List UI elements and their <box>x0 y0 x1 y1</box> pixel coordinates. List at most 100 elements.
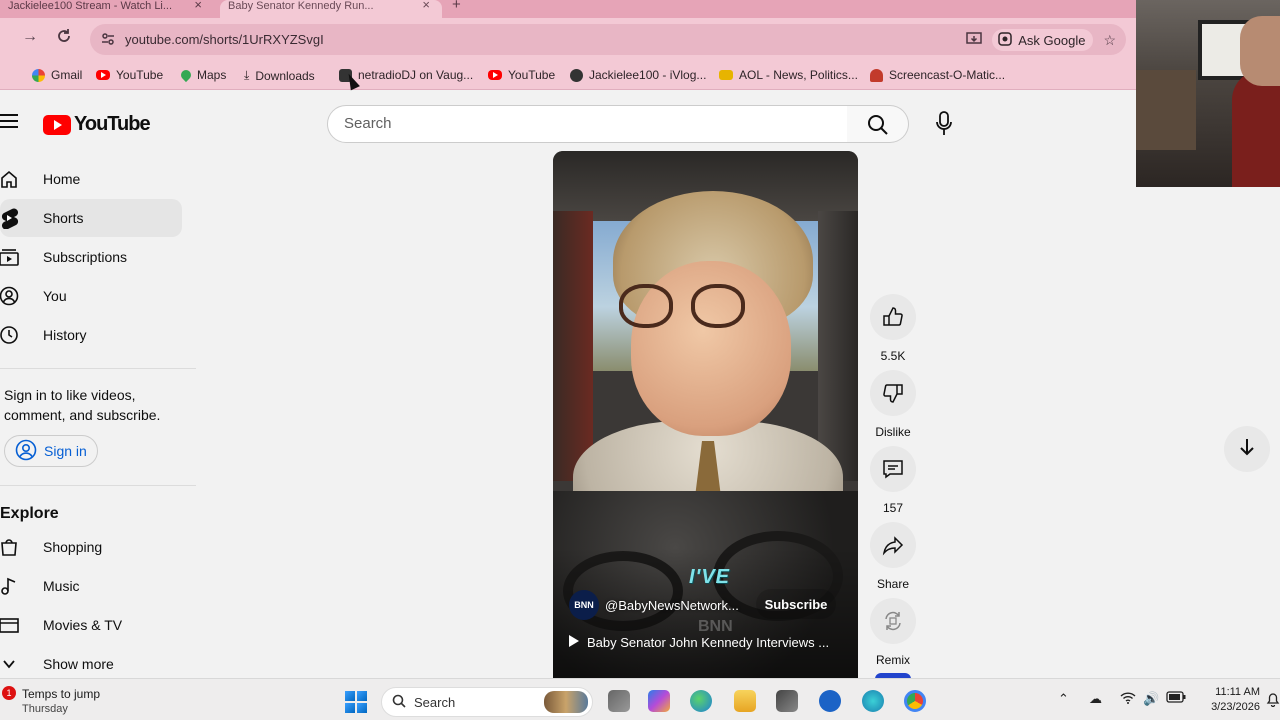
channel-avatar[interactable]: BNN <box>569 590 599 620</box>
bookmark-aol[interactable]: AOL - News, Politics... <box>719 68 858 82</box>
account-icon <box>15 439 37 464</box>
new-tab-button[interactable]: + <box>452 0 461 13</box>
bookmark-youtube-2[interactable]: YouTube <box>488 68 555 82</box>
url-text[interactable]: youtube.com/shorts/1UrRXYZSvgI <box>125 32 324 47</box>
sign-in-button[interactable]: Sign in <box>4 435 98 467</box>
bookmark-netradiodj[interactable]: netradioDJ on Vaug... <box>339 68 473 82</box>
app-icon[interactable] <box>862 690 884 712</box>
wifi-icon[interactable] <box>1120 691 1136 708</box>
nav-divider <box>0 368 196 369</box>
notification-bell-icon[interactable] <box>1266 691 1280 710</box>
taskbar-search[interactable]: Search <box>381 687 593 717</box>
chrome-icon[interactable] <box>904 690 926 712</box>
weather-text[interactable]: Temps to jump Thursday <box>22 687 100 717</box>
gmail-icon <box>32 68 45 82</box>
browser-tab-strip: Jackielee100 Stream - Watch Li... × Baby… <box>0 0 1136 18</box>
dislike-action[interactable]: Dislike <box>870 370 916 439</box>
edge-icon[interactable] <box>690 690 712 712</box>
explore-heading: Explore <box>0 505 59 522</box>
bookmark-gmail[interactable]: Gmail <box>32 68 82 82</box>
clock-time: 11:11 AM <box>1215 686 1260 698</box>
battery-icon[interactable] <box>1166 691 1186 706</box>
search-button[interactable] <box>847 105 909 143</box>
onedrive-icon[interactable]: ☁ <box>1089 691 1102 707</box>
volume-icon[interactable]: 🔊 <box>1143 691 1159 707</box>
ask-google-label: Ask Google <box>1018 32 1086 48</box>
copilot-icon[interactable] <box>648 690 670 712</box>
comment-action[interactable]: 157 <box>870 446 916 515</box>
shorts-icon <box>0 207 20 229</box>
nav-item-history[interactable]: History <box>0 316 182 354</box>
like-action[interactable]: 5.5K <box>870 294 916 363</box>
browser-tab[interactable]: Jackielee100 Stream - Watch Li... × <box>0 0 214 18</box>
store-icon[interactable] <box>776 690 798 712</box>
movies-icon <box>0 614 20 636</box>
nav-item-you[interactable]: You <box>0 277 182 315</box>
system-clock[interactable]: 11:11 AM 3/23/2026 <box>1198 685 1260 715</box>
microphone-icon <box>936 111 952 135</box>
nav-item-shorts[interactable]: Shorts <box>0 199 182 237</box>
nav-item-movies-tv[interactable]: Movies & TV <box>0 606 182 644</box>
clock-date: 3/23/2026 <box>1211 701 1260 713</box>
maps-icon <box>178 67 194 83</box>
youtube-logo[interactable]: YouTube <box>43 113 151 136</box>
search-input[interactable] <box>344 115 824 132</box>
video-caption: I'VE <box>689 566 730 588</box>
nav-item-home[interactable]: Home <box>0 160 182 198</box>
comment-icon[interactable] <box>870 446 916 492</box>
nav-item-subscriptions[interactable]: Subscriptions <box>0 238 182 276</box>
bookmark-downloads[interactable]: ⤓ Downloads <box>244 68 315 83</box>
browser-toolbar: → youtube.com/shorts/1UrRXYZSvgI Ask Goo… <box>0 18 1136 62</box>
video-title-text: Baby Senator John Kennedy Interviews ... <box>587 635 830 650</box>
bookmark-maps[interactable]: Maps <box>178 67 226 83</box>
shopping-icon <box>0 536 20 558</box>
install-app-icon[interactable] <box>966 31 982 49</box>
channel-name[interactable]: @BabyNewsNetwork... <box>605 598 739 613</box>
history-icon <box>0 324 20 346</box>
chevron-up-icon[interactable]: ⌃ <box>1058 691 1069 707</box>
menu-icon[interactable] <box>0 114 18 128</box>
sign-in-label: Sign in <box>44 443 87 459</box>
notification-badge: 1 <box>2 686 16 700</box>
windows-start-icon[interactable] <box>345 691 367 713</box>
close-tab-icon[interactable]: × <box>194 0 202 12</box>
like-icon[interactable] <box>870 294 916 340</box>
next-short-button[interactable] <box>1224 426 1270 472</box>
share-action[interactable]: Share <box>870 522 916 591</box>
nav-item-shopping[interactable]: Shopping <box>0 528 182 566</box>
hp-icon[interactable] <box>819 690 841 712</box>
site-info-icon[interactable] <box>100 31 116 47</box>
search-icon <box>392 694 406 711</box>
lens-icon <box>998 31 1012 49</box>
bookmarks-bar: Gmail YouTube Maps ⤓ Downloads netradioDJ… <box>0 62 1136 90</box>
logo-text: YouTube <box>74 113 151 135</box>
reload-icon[interactable] <box>56 28 72 49</box>
close-tab-icon[interactable]: × <box>422 0 430 12</box>
voice-search-button[interactable] <box>926 105 962 143</box>
task-view-icon[interactable] <box>608 690 630 712</box>
bookmark-youtube[interactable]: YouTube <box>96 68 163 82</box>
subscribe-button[interactable]: Subscribe <box>756 589 836 619</box>
browser-tab-active[interactable]: Baby Senator Kennedy Run... × <box>220 0 442 18</box>
file-explorer-icon[interactable] <box>734 690 756 712</box>
search-box[interactable] <box>327 105 848 143</box>
music-icon <box>0 575 20 597</box>
arrow-down-icon <box>1238 437 1256 462</box>
channel-info[interactable]: BNN @BabyNewsNetwork... <box>569 590 739 620</box>
dislike-icon[interactable] <box>870 370 916 416</box>
address-bar[interactable]: youtube.com/shorts/1UrRXYZSvgI Ask Googl… <box>90 24 1126 55</box>
share-icon[interactable] <box>870 522 916 568</box>
forward-icon[interactable]: → <box>22 28 38 46</box>
play-icon <box>569 635 579 650</box>
video-title[interactable]: Baby Senator John Kennedy Interviews ... <box>569 635 829 650</box>
bookmark-screencast[interactable]: Screencast-O-Matic... <box>870 68 1005 82</box>
nav-item-music[interactable]: Music <box>0 567 182 605</box>
ask-google-button[interactable]: Ask Google <box>992 29 1094 51</box>
remix-action[interactable]: Remix <box>870 598 916 667</box>
bookmark-star-icon[interactable]: ☆ <box>1103 32 1116 49</box>
bookmark-jackielee100[interactable]: Jackielee100 - iVlog... <box>570 68 706 82</box>
remix-icon[interactable] <box>870 598 916 644</box>
short-video-player[interactable]: I'VE BNN @BabyNewsNetwork... Subscribe B… <box>553 151 858 678</box>
tab-title: Baby Senator Kennedy Run... <box>228 0 374 12</box>
youtube-play-icon <box>43 114 71 135</box>
